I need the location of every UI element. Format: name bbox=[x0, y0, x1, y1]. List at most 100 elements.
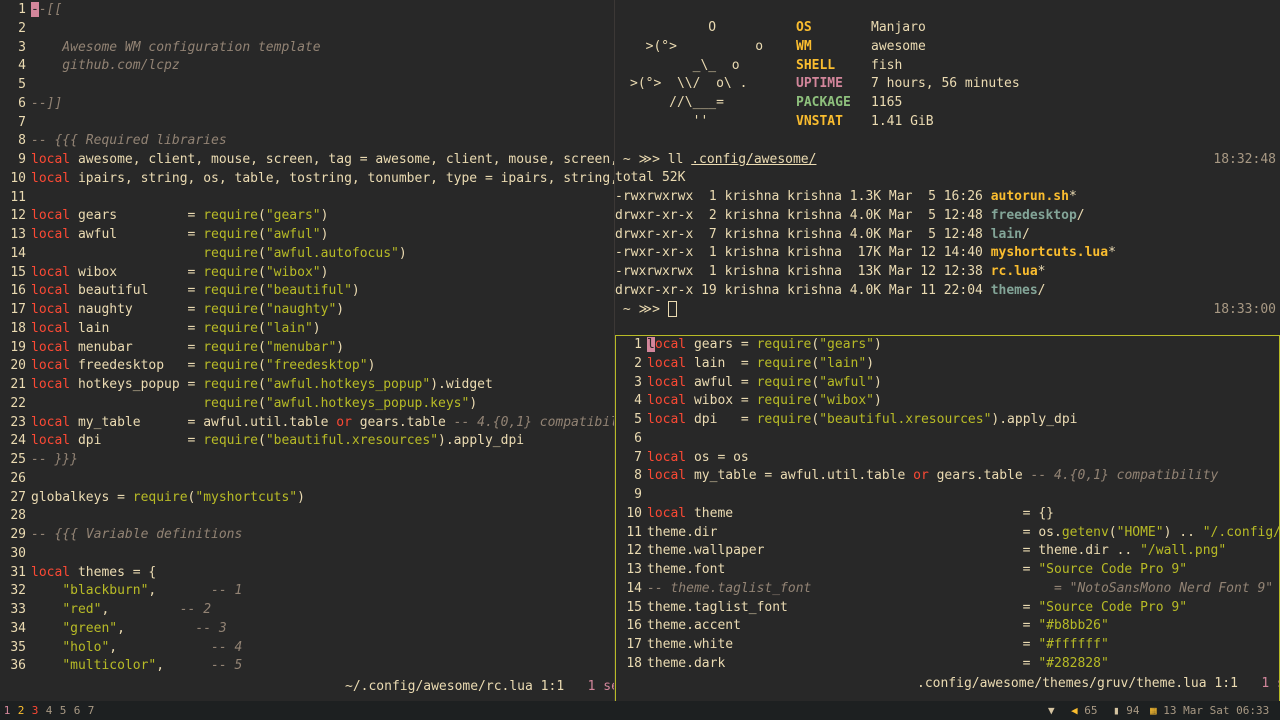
code-text[interactable]: theme.wallpaper = theme.dir .. "/wall.pn… bbox=[647, 542, 1226, 561]
code-line[interactable]: 8 -- {{{ Required libraries bbox=[0, 132, 227, 151]
code-line[interactable]: 11 theme.dir = os.getenv("HOME") .. "/.co… bbox=[616, 524, 1279, 543]
code-line[interactable]: 7 local os = os bbox=[616, 449, 749, 468]
code-line[interactable]: 36 "multicolor", -- 5 bbox=[0, 657, 242, 676]
code-text[interactable]: -- }}} bbox=[31, 451, 78, 470]
code-line[interactable]: 11 bbox=[0, 189, 31, 208]
code-line[interactable]: 9 bbox=[616, 486, 647, 505]
code-text[interactable]: Awesome WM configuration template bbox=[31, 39, 320, 58]
code-text[interactable]: local naughty = require("naughty") bbox=[31, 301, 344, 320]
code-line[interactable]: 27 globalkeys = require("myshortcuts") bbox=[0, 489, 305, 508]
code-line[interactable]: 15 local wibox = require("wibox") bbox=[0, 264, 328, 283]
code-line[interactable]: 19 local menubar = require("menubar") bbox=[0, 339, 344, 358]
code-line[interactable]: 1 --[[ bbox=[0, 1, 62, 20]
code-line[interactable]: 35 "holo", -- 4 bbox=[0, 639, 242, 658]
code-text[interactable]: github.com/lcpz bbox=[31, 57, 179, 76]
code-line[interactable]: 17 local naughty = require("naughty") bbox=[0, 301, 344, 320]
code-line[interactable]: 21 local hotkeys_popup = require("awful.h… bbox=[0, 376, 493, 395]
left-editor-pane[interactable]: 1 --[[2 3 Awesome WM configuration templat… bbox=[0, 0, 614, 701]
code-text[interactable]: --]] bbox=[31, 95, 62, 114]
code-text[interactable]: theme.accent = "#b8bb26" bbox=[647, 617, 1109, 636]
code-line[interactable]: 4 github.com/lcpz bbox=[0, 57, 180, 76]
code-line[interactable]: 30 bbox=[0, 545, 31, 564]
code-line[interactable]: 5 bbox=[0, 76, 31, 95]
code-line[interactable]: 18 local lain = require("lain") bbox=[0, 320, 321, 339]
code-line[interactable]: 33 "red", -- 2 bbox=[0, 601, 211, 620]
clock-widget[interactable]: ▦ 13 Mar Sat 06:33 bbox=[1150, 701, 1269, 720]
code-text[interactable]: theme.dark = "#282828" bbox=[647, 655, 1109, 674]
code-line[interactable]: 7 bbox=[0, 114, 31, 133]
code-line[interactable]: 34 "green", -- 3 bbox=[0, 620, 226, 639]
code-text[interactable]: local dpi = require("beautiful.xresource… bbox=[31, 432, 524, 451]
tag-1[interactable]: 1 bbox=[0, 701, 14, 720]
tag-4[interactable]: 4 bbox=[42, 701, 56, 720]
code-line[interactable]: 15 theme.taglist_font = "Source Code Pro … bbox=[616, 599, 1187, 618]
code-line[interactable]: 29 -- {{{ Variable definitions bbox=[0, 526, 242, 545]
code-text[interactable]: local dpi = require("beautiful.xresource… bbox=[647, 411, 1078, 430]
code-text[interactable]: require("awful.autofocus") bbox=[31, 245, 407, 264]
code-line[interactable]: 2 bbox=[0, 20, 31, 39]
code-text[interactable]: "holo", -- 4 bbox=[31, 639, 242, 658]
code-text[interactable]: local themes = { bbox=[31, 564, 156, 583]
code-line[interactable]: 5 local dpi = require("beautiful.xresourc… bbox=[616, 411, 1078, 430]
code-line[interactable]: 17 theme.white = "#ffffff" bbox=[616, 636, 1108, 655]
code-line[interactable]: 9 local awesome, client, mouse, screen, t… bbox=[0, 151, 614, 170]
code-line[interactable]: 24 local dpi = require("beautiful.xresour… bbox=[0, 432, 524, 451]
code-text[interactable]: theme.font = "Source Code Pro 9" bbox=[647, 561, 1187, 580]
code-line[interactable]: 4 local wibox = require("wibox") bbox=[616, 392, 882, 411]
code-line[interactable]: 18 theme.dark = "#282828" bbox=[616, 655, 1109, 674]
terminal-cursor[interactable] bbox=[667, 301, 677, 317]
code-line[interactable]: 14 require("awful.autofocus") bbox=[0, 245, 407, 264]
code-text[interactable]: local hotkeys_popup = require("awful.hot… bbox=[31, 376, 493, 395]
prompt-line[interactable]: ~ ≫> 18:33:00 bbox=[615, 301, 1280, 320]
tag-6[interactable]: 6 bbox=[70, 701, 84, 720]
code-line[interactable]: 8 local my_table = awful.util.table or ge… bbox=[616, 467, 1218, 486]
code-text[interactable]: theme.taglist_font = "Source Code Pro 9" bbox=[647, 599, 1187, 618]
code-text[interactable]: "blackburn", -- 1 bbox=[31, 582, 242, 601]
code-text[interactable]: require("awful.hotkeys_popup.keys") bbox=[31, 395, 477, 414]
code-text[interactable]: local my_table = awful.util.table or gea… bbox=[647, 467, 1218, 486]
code-text[interactable]: local menubar = require("menubar") bbox=[31, 339, 344, 358]
code-line[interactable]: 3 Awesome WM configuration template bbox=[0, 39, 320, 58]
code-text[interactable]: local freedesktop = require("freedesktop… bbox=[31, 357, 375, 376]
terminal-pane[interactable]: O >(°> o _\_ o >(°> \\/ o\ . //\___= '' O… bbox=[615, 0, 1280, 335]
code-text[interactable]: local awful = require("awful") bbox=[31, 226, 328, 245]
code-line[interactable]: 32 "blackburn", -- 1 bbox=[0, 582, 242, 601]
code-text[interactable]: local theme = {} bbox=[647, 505, 1054, 524]
code-text[interactable]: local my_table = awful.util.table or gea… bbox=[31, 414, 614, 433]
code-line[interactable]: 28 bbox=[0, 507, 31, 526]
code-line[interactable]: 10 local ipairs, string, os, table, tostr… bbox=[0, 170, 614, 189]
code-line[interactable]: 10 local theme = {} bbox=[616, 505, 1054, 524]
code-line[interactable]: 3 local awful = require("awful") bbox=[616, 374, 882, 393]
code-text[interactable]: -- {{{ Variable definitions bbox=[31, 526, 242, 545]
tag-7[interactable]: 7 bbox=[84, 701, 98, 720]
code-text[interactable]: -- {{{ Required libraries bbox=[31, 132, 227, 151]
code-line[interactable]: 20 local freedesktop = require("freedeskt… bbox=[0, 357, 375, 376]
code-line[interactable]: 6 bbox=[616, 430, 647, 449]
volume-widget[interactable]: ◀ 65 bbox=[1071, 701, 1098, 720]
code-line[interactable]: 12 theme.wallpaper = theme.dir .. "/wall.… bbox=[616, 542, 1226, 561]
code-line[interactable]: 26 bbox=[0, 470, 31, 489]
code-text[interactable]: local lain = require("lain") bbox=[31, 320, 321, 339]
code-text[interactable]: local ipairs, string, os, table, tostrin… bbox=[31, 170, 614, 189]
code-text[interactable]: local gears = require("gears") bbox=[647, 336, 882, 355]
tag-5[interactable]: 5 bbox=[56, 701, 70, 720]
code-line[interactable]: 2 local lain = require("lain") bbox=[616, 355, 874, 374]
code-line[interactable]: 23 local my_table = awful.util.table or g… bbox=[0, 414, 614, 433]
network-widget[interactable]: ▼ bbox=[1048, 701, 1055, 720]
code-text[interactable]: -- theme.taglist_font = "NotoSansMono Ne… bbox=[647, 580, 1273, 599]
code-line[interactable]: 22 require("awful.hotkeys_popup.keys") bbox=[0, 395, 477, 414]
code-text[interactable]: "red", -- 2 bbox=[31, 601, 211, 620]
code-text[interactable]: "green", -- 3 bbox=[31, 620, 226, 639]
code-line[interactable]: 13 theme.font = "Source Code Pro 9" bbox=[616, 561, 1187, 580]
taglist[interactable]: 1234567 bbox=[0, 701, 98, 720]
code-line[interactable]: 12 local gears = require("gears") bbox=[0, 207, 328, 226]
code-text[interactable]: globalkeys = require("myshortcuts") bbox=[31, 489, 305, 508]
code-text[interactable]: local beautiful = require("beautiful") bbox=[31, 282, 360, 301]
code-text[interactable]: "multicolor", -- 5 bbox=[31, 657, 242, 676]
code-text[interactable]: local wibox = require("wibox") bbox=[31, 264, 328, 283]
code-text[interactable]: local wibox = require("wibox") bbox=[647, 392, 882, 411]
code-text[interactable]: local gears = require("gears") bbox=[31, 207, 328, 226]
code-line[interactable]: 16 theme.accent = "#b8bb26" bbox=[616, 617, 1109, 636]
right-editor-pane[interactable]: 1 local gears = require("gears") 2 local la… bbox=[615, 335, 1280, 703]
code-line[interactable]: 14 -- theme.taglist_font = "NotoSansMono … bbox=[616, 580, 1273, 599]
